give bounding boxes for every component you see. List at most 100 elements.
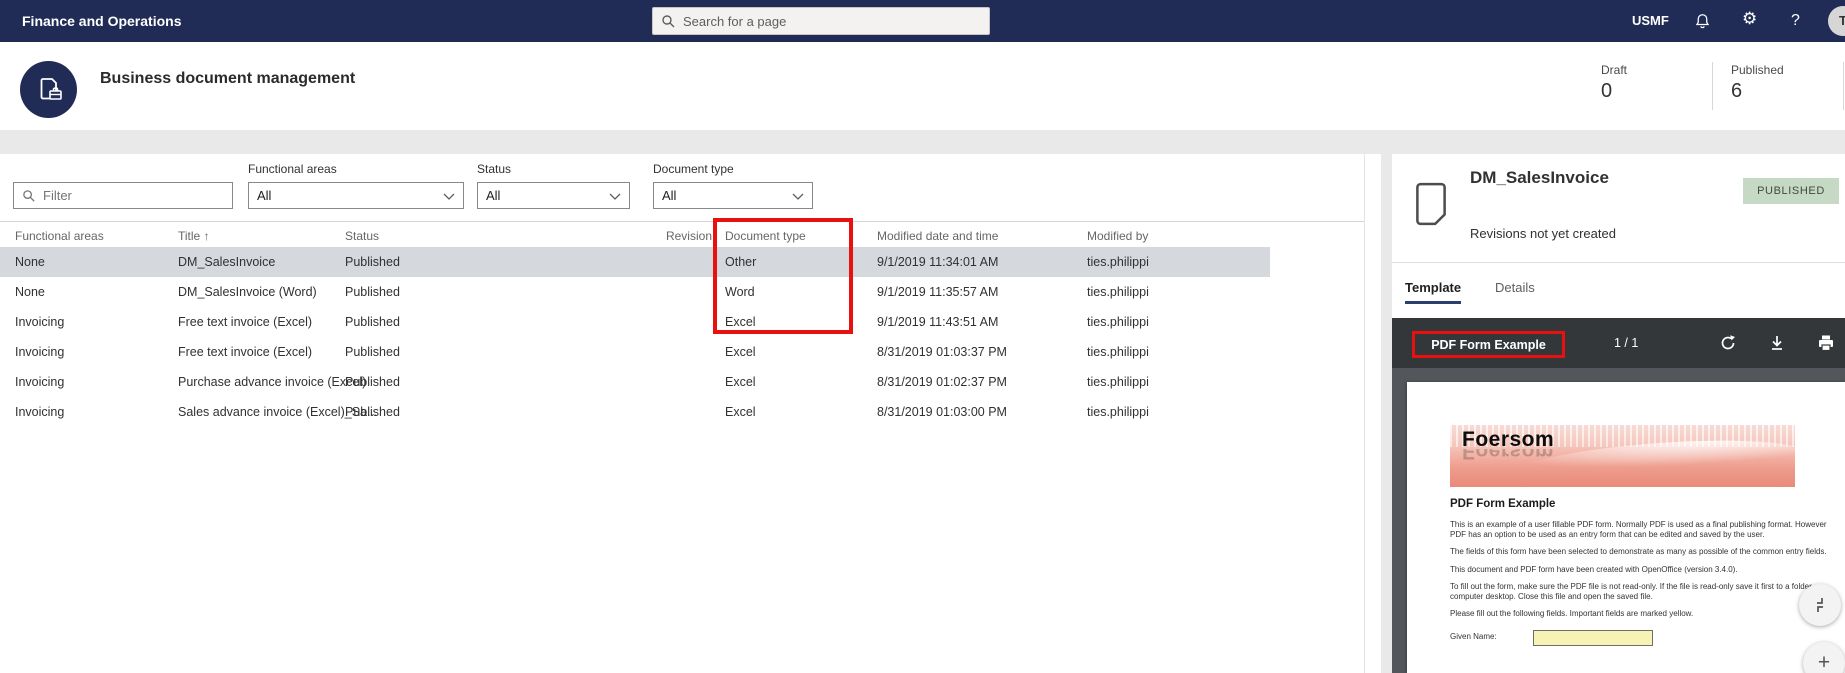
panel-scrollbar[interactable] [1364,154,1365,673]
cell-modified-date: 9/1/2019 11:43:51 AM [877,315,999,329]
user-avatar[interactable]: T [1828,6,1845,36]
stat-draft-label: Draft [1601,63,1628,77]
pdf-body-text: PDF Form Example This is an example of a… [1450,498,1835,646]
help-icon[interactable]: ? [1791,0,1800,42]
pdf-viewport[interactable]: Foersom Foersom PDF Form Example This is… [1392,368,1845,673]
business-document-icon [20,61,77,118]
stat-draft: Draft 0 [1601,63,1627,103]
cell-status: Published [345,375,400,389]
table-row[interactable]: Invoicing Purchase advance invoice (Exce… [0,367,1270,397]
cell-modified-by: ties.philippi [1087,285,1149,299]
functional-areas-value: All [257,188,272,203]
stat-published: Published 6 [1731,63,1784,103]
pdf-paragraph: This is an example of a user fillable PD… [1450,520,1827,539]
cell-title: DM_SalesInvoice [178,255,276,269]
cell-modified-date: 8/31/2019 01:02:37 PM [877,375,1007,389]
column-header-revision[interactable]: Revision [640,224,712,248]
document-type-label: Document type [653,162,734,176]
sort-ascending-icon: ↑ [203,229,210,243]
functional-areas-dropdown[interactable]: All [248,182,464,209]
cell-modified-by: ties.philippi [1087,375,1149,389]
status-badge: PUBLISHED [1743,178,1839,204]
pdf-paragraph: The fields of this form have been select… [1450,547,1827,556]
given-name-label: Given Name: [1450,631,1497,641]
cell-modified-by: ties.philippi [1087,315,1149,329]
cell-status: Published [345,345,400,359]
table-row[interactable]: None DM_SalesInvoice (Word) Published Wo… [0,277,1270,307]
grid-divider [0,221,1364,222]
settings-gear-icon[interactable]: ⚙ [1742,11,1759,28]
document-type-dropdown[interactable]: All [653,182,813,209]
cell-functional-area: None [15,285,45,299]
column-header-modified-date[interactable]: Modified date and time [877,224,998,248]
pdf-document-title: PDF Form Example [1431,337,1546,352]
search-icon [661,14,676,29]
table-row[interactable]: None DM_SalesInvoice Published Other 9/1… [0,247,1270,277]
cell-title: Free text invoice (Excel) [178,345,313,359]
stat-draft-value: 0 [1601,80,1613,102]
page-header: Business document management Draft 0 Pub… [0,42,1845,130]
fit-to-page-button[interactable] [1799,584,1841,626]
cell-title: Purchase advance invoice (Excel) [178,375,367,389]
table-row[interactable]: Invoicing Free text invoice (Excel) Publ… [0,307,1270,337]
document-detail-panel: DM_SalesInvoice PUBLISHED Revisions not … [1392,154,1845,673]
document-title: DM_SalesInvoice [1470,168,1609,187]
pdf-page: Foersom Foersom PDF Form Example This is… [1407,382,1845,673]
given-name-field[interactable] [1533,629,1653,646]
cell-modified-date: 9/1/2019 11:34:01 AM [877,255,999,269]
status-value: All [486,188,501,203]
cell-modified-by: ties.philippi [1087,345,1149,359]
cell-functional-area: Invoicing [15,405,65,419]
cell-document-type: Excel [725,375,756,389]
pdf-paragraph: To fill out the form, make sure the PDF … [1450,582,1822,601]
cell-functional-area: None [15,255,45,269]
filter-input[interactable] [13,182,233,209]
download-icon[interactable] [1767,333,1787,353]
global-search[interactable] [652,7,990,35]
chevron-down-icon [792,187,804,205]
app-title[interactable]: Finance and Operations [22,0,181,42]
revisions-note: Revisions not yet created [1470,226,1616,241]
functional-areas-label: Functional areas [248,162,337,176]
annotation-box-pdf-title: PDF Form Example [1412,331,1565,358]
filter-search-icon [22,189,36,203]
stat-divider [1843,62,1844,110]
notifications-bell-icon[interactable] [1694,13,1711,30]
stat-published-value: 6 [1731,80,1743,102]
divider [1392,262,1845,263]
pdf-toolbar: PDF Form Example 1 / 1 [1392,318,1845,368]
cell-document-type: Excel [725,345,756,359]
status-dropdown[interactable]: All [477,182,630,209]
app-window: Finance and Operations USMF ⚙ ? T Busine… [0,0,1845,673]
filter-input-field[interactable] [43,188,224,203]
cell-functional-area: Invoicing [15,375,65,389]
given-name-row: Given Name: [1450,629,1835,646]
pdf-page-indicator: 1 / 1 [1614,336,1639,350]
cell-modified-date: 8/31/2019 01:03:00 PM [877,405,1007,419]
annotation-box-document-type [713,218,853,334]
column-header-modified-by[interactable]: Modified by [1087,224,1148,248]
column-header-functional-areas[interactable]: Functional areas [15,224,104,248]
cell-modified-date: 9/1/2019 11:35:57 AM [877,285,999,299]
column-header-status[interactable]: Status [345,224,379,248]
pdf-heading: PDF Form Example [1450,498,1556,510]
cell-status: Published [345,315,400,329]
cell-title: Free text invoice (Excel) [178,315,313,329]
page-title: Business document management [100,70,356,87]
status-label: Status [477,162,512,176]
rotate-icon[interactable] [1718,333,1738,353]
cell-title: DM_SalesInvoice (Word) [178,285,317,299]
pdf-paragraph: This document and PDF form have been cre… [1450,564,1738,574]
company-selector[interactable]: USMF [1632,0,1669,42]
cell-status: Published [345,255,400,269]
global-search-input[interactable] [683,13,981,29]
table-row[interactable]: Invoicing Free text invoice (Excel) Publ… [0,337,1270,367]
tab-details[interactable]: Details [1495,280,1535,301]
tab-template[interactable]: Template [1405,280,1462,304]
column-header-title[interactable]: Title ↑ [178,224,210,248]
cell-modified-by: ties.philippi [1087,255,1149,269]
table-row[interactable]: Invoicing Sales advance invoice (Excel)_… [0,397,1270,427]
plus-icon: + [1817,651,1831,673]
cell-modified-date: 8/31/2019 01:03:37 PM [877,345,1007,359]
print-icon[interactable] [1816,333,1836,353]
